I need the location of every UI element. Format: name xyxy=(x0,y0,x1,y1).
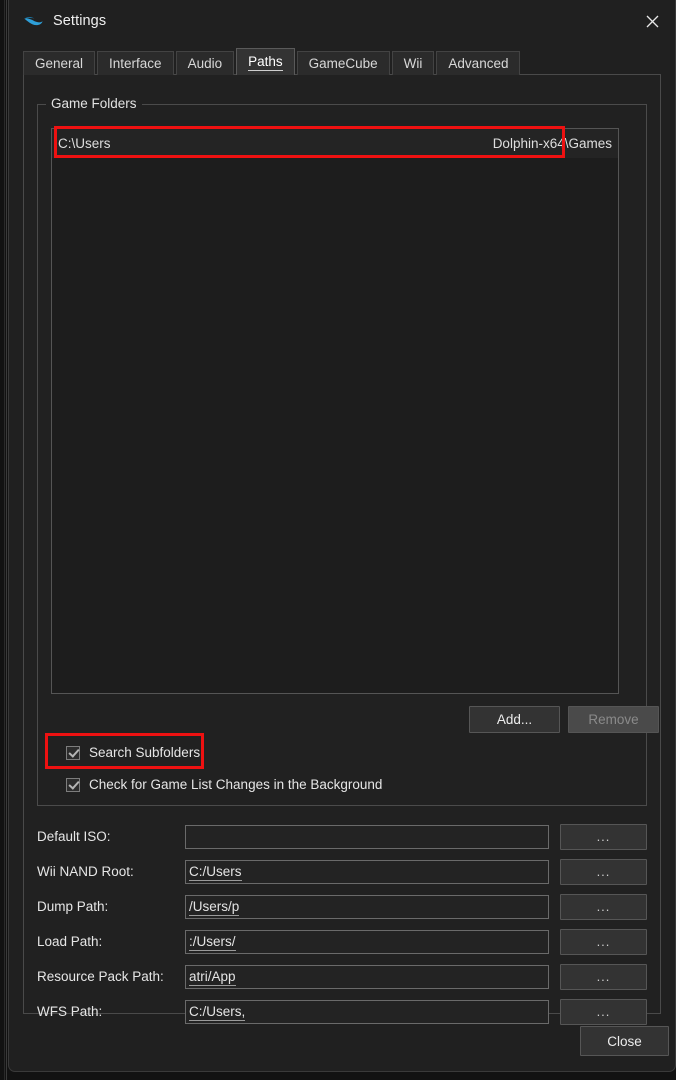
path-row: WFS Path: C:/Users,... xyxy=(37,994,647,1029)
tab-label: Advanced xyxy=(448,56,509,71)
path-browse-button[interactable]: ... xyxy=(559,928,647,955)
close-icon xyxy=(646,15,658,27)
game-folder-path-right: Dolphin-x64\Games xyxy=(492,136,612,151)
path-label: WFS Path: xyxy=(37,1004,103,1019)
title-bar: Settings xyxy=(9,0,675,42)
tab-label: Wii xyxy=(403,56,423,71)
remove-folder-button: Remove xyxy=(568,706,659,733)
tab-paths[interactable]: Paths xyxy=(236,48,295,75)
close-dialog-button[interactable]: Close xyxy=(580,1026,669,1056)
path-browse-button[interactable]: ... xyxy=(559,963,647,990)
game-folder-path-left: C:\Users xyxy=(58,136,111,151)
game-folders-list[interactable]: C:\Users Dolphin-x64\Games xyxy=(51,128,619,694)
tab-interface[interactable]: Interface xyxy=(97,51,174,75)
path-browse-button[interactable]: ... xyxy=(559,998,647,1025)
backdrop-stripe xyxy=(4,0,5,1080)
tab-general[interactable]: General xyxy=(23,51,96,75)
tab-advanced[interactable]: Advanced xyxy=(436,51,521,75)
path-input[interactable]: C:/Users, xyxy=(185,999,549,1024)
window-title: Settings xyxy=(53,13,107,29)
path-label: Resource Pack Path: xyxy=(37,969,164,984)
tab-label: General xyxy=(35,56,84,71)
game-folders-groupbox: Game Folders C:\Users Dolphin-x64\Games A… xyxy=(37,96,659,806)
path-row: Load Path: :/Users/... xyxy=(37,924,647,959)
settings-tab-bar: General Interface Audio Paths GameCube Wii Adv… xyxy=(23,48,522,75)
backdrop-stripe xyxy=(6,0,7,1080)
path-input[interactable]: atri/App xyxy=(185,964,549,989)
path-browse-button[interactable]: ... xyxy=(559,893,647,920)
search-subfolders-checkbox[interactable]: Search Subfolders xyxy=(66,745,200,760)
path-browse-button[interactable]: ... xyxy=(559,823,647,850)
path-row: Dump Path: /Users/p... xyxy=(37,889,647,924)
close-window-button[interactable] xyxy=(629,0,675,42)
tab-label: Paths xyxy=(248,54,283,71)
path-row: Default ISO:... xyxy=(37,819,647,854)
path-label: Default ISO: xyxy=(37,829,111,844)
tab-label: Interface xyxy=(109,56,162,71)
path-input[interactable]: :/Users/ xyxy=(185,929,549,954)
path-label: Dump Path: xyxy=(37,899,109,914)
path-input[interactable] xyxy=(185,824,549,849)
game-folders-label: Game Folders xyxy=(46,96,142,111)
check-game-list-changes-checkbox[interactable]: Check for Game List Changes in the Backg… xyxy=(66,777,382,792)
path-input[interactable]: /Users/p xyxy=(185,894,549,919)
game-folder-row[interactable]: C:\Users Dolphin-x64\Games xyxy=(52,129,618,158)
tab-label: GameCube xyxy=(308,56,378,71)
paths-tab-page: Game Folders C:\Users Dolphin-x64\Games A… xyxy=(23,74,661,1025)
tab-audio[interactable]: Audio xyxy=(175,51,235,75)
dolphin-logo-icon xyxy=(24,17,43,26)
path-label: Wii NAND Root: xyxy=(37,864,134,879)
path-row: Resource Pack Path: atri/App... xyxy=(37,959,647,994)
add-folder-button[interactable]: Add... xyxy=(469,706,560,733)
path-settings-list: Default ISO:... Wii NAND Root: C:/Users...… xyxy=(37,819,647,1029)
search-subfolders-label: Search Subfolders xyxy=(89,745,201,760)
path-input-value: C:/Users, xyxy=(189,1003,246,1021)
checkbox-indicator xyxy=(66,777,80,792)
check-game-list-changes-label: Check for Game List Changes in the Backg… xyxy=(89,777,383,792)
path-input-value: :/Users/ xyxy=(189,933,236,951)
tab-gamecube[interactable]: GameCube xyxy=(296,51,390,75)
path-input-value: C:/Users xyxy=(189,863,242,881)
tab-label: Audio xyxy=(187,56,223,71)
path-input-value: atri/App xyxy=(189,968,236,986)
tab-wii[interactable]: Wii xyxy=(391,51,435,75)
path-browse-button[interactable]: ... xyxy=(559,858,647,885)
path-input[interactable]: C:/Users xyxy=(185,859,549,884)
path-input-value: /Users/p xyxy=(189,898,240,916)
settings-dialog: Settings General Interface Audio Paths GameC… xyxy=(8,0,676,1072)
path-row: Wii NAND Root: C:/Users... xyxy=(37,854,647,889)
path-label: Load Path: xyxy=(37,934,103,949)
checkbox-indicator xyxy=(66,745,80,760)
